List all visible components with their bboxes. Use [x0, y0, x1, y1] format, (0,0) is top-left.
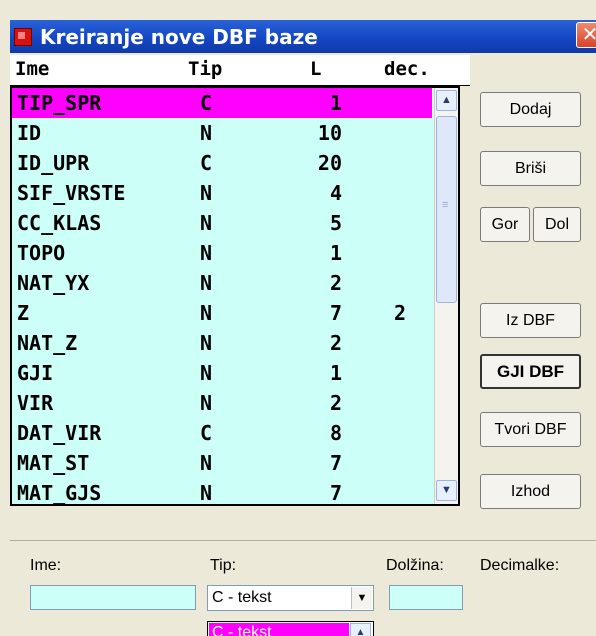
decimalke-label: Decimalke:: [480, 557, 560, 574]
cell-tip: N: [200, 271, 213, 295]
table-row[interactable]: TOPO N 1: [12, 238, 432, 268]
table-row[interactable]: NAT_Z N 2: [12, 328, 432, 358]
cell-tip: C: [200, 151, 213, 175]
cell-ime: ID_UPR: [17, 151, 90, 175]
app-icon: [14, 28, 32, 46]
cell-l: 10: [317, 121, 342, 145]
dbf-dialog: Kreiranje nove DBF baze ✕ Ime Tip L dec.…: [0, 0, 596, 636]
cell-tip: N: [200, 121, 213, 145]
tip-select-value: C - tekst: [212, 589, 272, 606]
cell-tip: N: [200, 391, 213, 415]
exit-button[interactable]: Izhod: [480, 474, 581, 509]
table-row[interactable]: NAT_YX N 2: [12, 268, 432, 298]
cell-ime: Z: [17, 301, 30, 325]
table-row[interactable]: DAT_VIR C 8: [12, 418, 432, 448]
field-list[interactable]: TIP_SPR C 1 ID N 10 ID_UPR C 20 SIF_VRSTE N 4 CC_KLA…: [10, 86, 460, 506]
create-dbf-button[interactable]: Tvori DBF: [480, 412, 581, 447]
table-row[interactable]: Z N 7 2: [12, 298, 432, 328]
cell-l: 1: [329, 91, 342, 115]
cell-tip: C: [200, 421, 213, 445]
scroll-up-icon[interactable]: ▲: [436, 90, 457, 111]
column-header-tip: Tip: [188, 58, 223, 80]
cell-l: 8: [329, 421, 342, 445]
scrollbar-thumb[interactable]: [436, 116, 457, 303]
dolzina-input[interactable]: [389, 585, 463, 610]
gji-dbf-button[interactable]: GJI DBF: [480, 354, 581, 389]
cell-l: 1: [329, 361, 342, 385]
move-up-button[interactable]: Gor: [480, 207, 530, 242]
column-header: Ime Tip L dec.: [10, 55, 470, 86]
cell-ime: CC_KLAS: [17, 211, 102, 235]
scroll-down-icon[interactable]: ▼: [436, 480, 457, 501]
close-button[interactable]: ✕: [576, 22, 596, 48]
cell-l: 4: [329, 181, 342, 205]
table-row[interactable]: ID N 10: [12, 118, 432, 148]
cell-l: 1: [329, 241, 342, 265]
from-dbf-button[interactable]: Iz DBF: [480, 303, 581, 338]
cell-ime: NAT_YX: [17, 271, 90, 295]
cell-tip: N: [200, 331, 213, 355]
cell-l: 7: [329, 301, 342, 325]
cell-ime: TOPO: [17, 241, 66, 265]
cell-ime: VIR: [17, 391, 54, 415]
tip-label: Tip:: [210, 557, 237, 574]
cell-ime: MAT_GJS: [17, 481, 102, 505]
cell-l: 7: [329, 451, 342, 475]
cell-ime: ID: [17, 121, 42, 145]
cell-l: 5: [329, 211, 342, 235]
tip-dropdown-list[interactable]: C - tekst ▲: [207, 621, 374, 636]
vertical-scrollbar[interactable]: ▲ ▼: [434, 88, 458, 504]
add-button[interactable]: Dodaj: [480, 92, 581, 127]
tip-select[interactable]: C - tekst ▼: [207, 585, 374, 611]
column-header-l: L: [310, 58, 322, 80]
title-bar[interactable]: Kreiranje nove DBF baze ✕: [10, 20, 596, 53]
cell-dec: 2: [394, 301, 407, 325]
dolzina-label: Dolžina:: [386, 557, 444, 574]
table-row[interactable]: SIF_VRSTE N 4: [12, 178, 432, 208]
cell-l: 7: [329, 481, 342, 505]
cell-tip: N: [200, 481, 213, 505]
table-row[interactable]: VIR N 2: [12, 388, 432, 418]
table-row[interactable]: MAT_GJS N 7: [12, 478, 432, 505]
field-editor: Ime: Tip: Dolžina: Decimalke: C - tekst …: [10, 540, 596, 636]
cell-l: 2: [329, 271, 342, 295]
cell-tip: N: [200, 211, 213, 235]
dropdown-scroll-up-icon[interactable]: ▲: [350, 623, 371, 636]
column-header-dec: dec.: [384, 58, 430, 80]
cell-tip: N: [200, 361, 213, 385]
cell-tip: N: [200, 181, 213, 205]
cell-ime: MAT_ST: [17, 451, 90, 475]
move-down-button[interactable]: Dol: [533, 207, 581, 242]
chevron-down-icon[interactable]: ▼: [351, 587, 372, 609]
cell-tip: N: [200, 301, 213, 325]
cell-ime: GJI: [17, 361, 54, 385]
table-row[interactable]: CC_KLAS N 5: [12, 208, 432, 238]
dropdown-option[interactable]: C - tekst: [209, 623, 349, 636]
cell-l: 2: [329, 331, 342, 355]
delete-button[interactable]: Briši: [480, 151, 581, 186]
cell-tip: N: [200, 241, 213, 265]
table-row[interactable]: GJI N 1: [12, 358, 432, 388]
cell-ime: DAT_VIR: [17, 421, 102, 445]
cell-l: 20: [317, 151, 342, 175]
table-row[interactable]: MAT_ST N 7: [12, 448, 432, 478]
cell-tip: C: [200, 91, 213, 115]
table-row[interactable]: ID_UPR C 20: [12, 148, 432, 178]
column-header-ime: Ime: [15, 58, 50, 80]
table-row[interactable]: TIP_SPR C 1: [12, 88, 432, 118]
cell-ime: SIF_VRSTE: [17, 181, 126, 205]
ime-label: Ime:: [30, 557, 62, 574]
cell-ime: TIP_SPR: [17, 91, 102, 115]
cell-tip: N: [200, 451, 213, 475]
ime-input[interactable]: [30, 585, 196, 610]
window-title: Kreiranje nove DBF baze: [40, 25, 318, 49]
cell-ime: NAT_Z: [17, 331, 78, 355]
cell-l: 2: [329, 391, 342, 415]
